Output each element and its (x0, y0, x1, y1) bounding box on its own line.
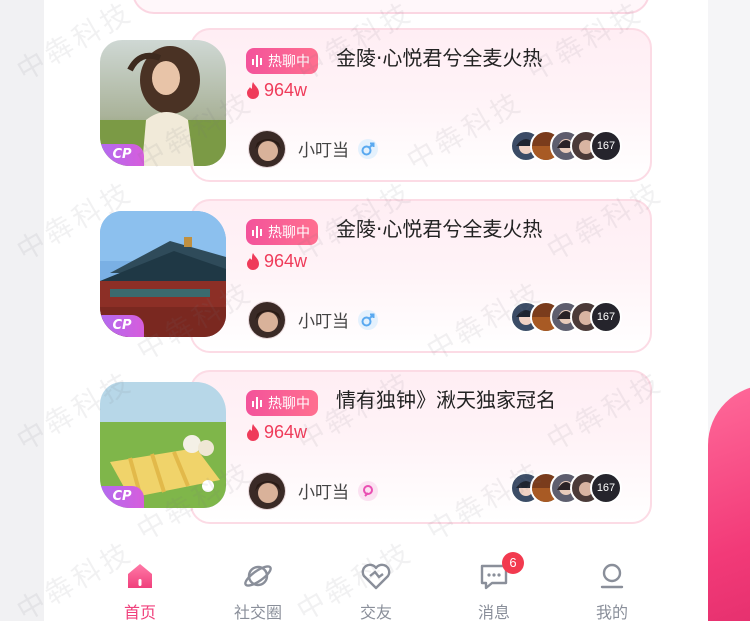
hot-status-label: 热聊中 (268, 396, 310, 412)
host-avatar[interactable] (248, 472, 286, 510)
room-cover-image[interactable]: CP (100, 40, 226, 166)
room-members[interactable]: 167 (510, 472, 622, 504)
flame-icon (247, 253, 259, 270)
male-icon (358, 139, 378, 159)
unread-badge: 6 (502, 552, 524, 574)
tab-label: 首页 (123, 603, 156, 621)
room-cover-image[interactable]: CP (100, 211, 226, 337)
heat-row: 964w (246, 251, 307, 272)
member-count: 167 (590, 301, 622, 333)
tab-label: 交友 (359, 603, 392, 621)
room-card[interactable]: CP 热聊中 金陵·心悦君兮全麦火热 964w 小叮当 167 (100, 199, 652, 353)
hot-status-label: 热聊中 (268, 225, 310, 241)
room-title: 金陵·心悦君兮全麦火热 (336, 46, 543, 70)
host-name: 小叮当 (298, 141, 349, 161)
room-title: 金陵·心悦君兮全麦火热 (336, 217, 543, 241)
flame-icon (247, 424, 259, 441)
sound-wave-icon (252, 55, 262, 67)
flame-icon (247, 82, 259, 99)
heat-value: 964w (264, 422, 308, 442)
heart-icon (361, 563, 391, 590)
previous-room-card-edge[interactable] (132, 0, 650, 14)
room-title: 情有独钟》湫天独家冠名 (336, 388, 556, 412)
app-screen: CP 热聊中 金陵·心悦君兮全麦火热 964w 小叮当 167 CP 热聊中 金… (44, 0, 708, 621)
room-cover-image[interactable]: CP (100, 382, 226, 508)
left-backdrop (0, 0, 44, 621)
bottom-tab-bar: 首页 社交圈 交友 6 消息 我的 (44, 548, 708, 621)
sound-wave-icon (252, 226, 262, 238)
tab-social-circle[interactable]: 社交圈 (208, 548, 308, 621)
hot-status-badge: 热聊中 (246, 48, 318, 74)
male-icon (358, 310, 378, 330)
right-backdrop (708, 0, 750, 621)
tab-label: 消息 (477, 603, 510, 621)
cp-badge: CP (100, 486, 144, 508)
room-card[interactable]: CP 热聊中 情有独钟》湫天独家冠名 964w 小叮当 167 (100, 370, 652, 524)
member-count: 167 (590, 130, 622, 162)
heat-row: 964w (246, 422, 307, 443)
host-avatar[interactable] (248, 130, 286, 168)
tab-home[interactable]: 首页 (90, 548, 190, 621)
room-card[interactable]: CP 热聊中 金陵·心悦君兮全麦火热 964w 小叮当 167 (100, 28, 652, 182)
female-icon (358, 481, 378, 501)
tab-messages[interactable]: 6 消息 (444, 548, 544, 621)
heat-value: 964w (264, 251, 308, 271)
home-icon (128, 564, 152, 588)
hot-status-badge: 热聊中 (246, 219, 318, 245)
tab-label: 社交圈 (233, 603, 282, 621)
tab-profile[interactable]: 我的 (562, 548, 662, 621)
host-name: 小叮当 (298, 483, 349, 503)
tab-label: 我的 (595, 603, 628, 621)
cp-badge: CP (100, 315, 144, 337)
cp-badge: CP (100, 144, 144, 166)
host-name: 小叮当 (298, 312, 349, 332)
room-members[interactable]: 167 (510, 301, 622, 333)
tab-make-friends[interactable]: 交友 (326, 548, 426, 621)
member-count: 167 (590, 472, 622, 504)
hot-status-badge: 热聊中 (246, 390, 318, 416)
host-avatar[interactable] (248, 301, 286, 339)
hot-status-label: 热聊中 (268, 54, 310, 70)
planet-icon (244, 565, 272, 587)
room-members[interactable]: 167 (510, 130, 622, 162)
decorative-pink-shape (708, 385, 750, 621)
sound-wave-icon (252, 397, 262, 409)
heat-value: 964w (264, 80, 308, 100)
profile-icon (600, 563, 624, 589)
heat-row: 964w (246, 80, 307, 101)
